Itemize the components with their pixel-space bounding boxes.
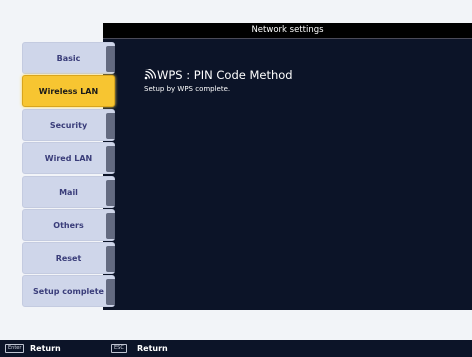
sidebar-item-wireless-lan[interactable]: Wireless LAN (22, 75, 115, 107)
footer-action-esc-return[interactable]: Return (137, 340, 168, 357)
sidebar-item-label: Wired LAN (44, 154, 93, 163)
sidebar-item-label: Reset (55, 254, 82, 263)
esc-key-icon: ESC (111, 344, 127, 353)
enter-key-icon: Enter (5, 344, 25, 353)
sidebar-item-basic[interactable]: Basic (22, 42, 115, 74)
content-heading-text: WPS : PIN Code Method (157, 68, 293, 82)
sidebar-item-wired-lan[interactable]: Wired LAN (22, 142, 115, 174)
content-heading: WPS : PIN Code Method (144, 67, 293, 82)
network-settings-panel: Network settings (103, 23, 472, 310)
sidebar-item-label: Security (49, 121, 88, 130)
sidebar-item-setup-complete[interactable]: Setup complete (22, 275, 115, 307)
sidebar-item-mail[interactable]: Mail (22, 176, 115, 208)
sidebar-item-security[interactable]: Security (22, 109, 115, 141)
sidebar-item-label: Wireless LAN (38, 87, 99, 96)
wireless-signal-icon (144, 67, 157, 80)
sidebar-item-others[interactable]: Others (22, 209, 115, 241)
sidebar-item-label: Mail (59, 188, 78, 197)
footer-bar: Enter Return ESC Return (0, 340, 472, 357)
sidebar-item-label: Others (53, 221, 84, 230)
sidebar-item-label: Setup complete (33, 287, 104, 296)
status-message: Setup by WPS complete. (144, 85, 231, 93)
panel-title: Network settings (103, 23, 472, 39)
footer-action-return[interactable]: Return (30, 340, 61, 357)
sidebar-item-reset[interactable]: Reset (22, 242, 115, 274)
sidebar-item-label: Basic (56, 54, 81, 63)
